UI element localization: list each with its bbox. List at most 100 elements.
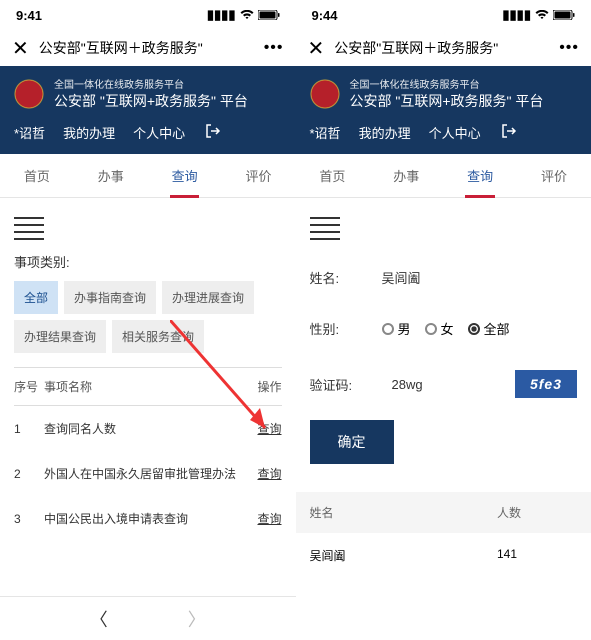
battery-icon [258,8,280,23]
rh-count: 人数 [497,504,577,521]
more-icon[interactable]: ••• [264,39,284,57]
header-nav: *诏哲 我的办理 个人中心 [308,111,580,154]
platform-subtitle: 全国一体化在线政务服务平台 [350,76,544,91]
query-link[interactable]: 查询 [242,420,282,437]
blue-header: 全国一体化在线政务服务平台 公安部 "互联网+政务服务" 平台 *诏哲 我的办理… [296,66,591,154]
cell-name: 查询同名人数 [44,420,242,437]
police-badge-icon [308,77,342,111]
title-bar: ✕ 公安部"互联网＋政务服务" ••• [296,30,591,66]
captcha-image[interactable]: 5fe3 [515,370,577,398]
status-time: 9:44 [312,8,338,23]
gender-label: 性别: [310,319,382,338]
name-input[interactable]: 吴闾阖 [382,268,578,287]
wifi-icon [535,8,549,23]
main-tabs: 首页 办事 查询 评价 [296,154,591,198]
menu-icon[interactable] [310,217,340,240]
form-row-name: 姓名: 吴闾阖 [310,252,578,303]
captcha-input[interactable]: 28wg [392,377,506,392]
wifi-icon [240,8,254,23]
tab-home[interactable]: 首页 [0,154,74,197]
content-area: 姓名: 吴闾阖 性别: 男 女 全部 验证码: 28wg 5fe3 确定 姓名 … [296,198,591,592]
tab-review[interactable]: 评价 [517,154,591,197]
rcell-count: 141 [497,547,577,564]
radio-all[interactable]: 全部 [468,319,510,338]
platform-logo-row: 全国一体化在线政务服务平台 公安部 "互联网+政务服务" 平台 [12,76,284,111]
name-label: 姓名: [310,268,382,287]
signal-icon: ▮▮▮▮ [207,7,236,23]
filter-progress[interactable]: 办理进展查询 [162,281,254,314]
nav-my-process[interactable]: 我的办理 [63,123,115,142]
th-op: 操作 [242,378,282,395]
th-name: 事项名称 [44,378,242,395]
platform-title: 公安部 "互联网+政务服务" 平台 [350,91,544,111]
police-badge-icon [12,77,46,111]
logout-icon[interactable] [501,123,517,142]
platform-title: 公安部 "互联网+政务服务" 平台 [54,91,248,111]
query-link[interactable]: 查询 [242,510,282,527]
header-nav: *诏哲 我的办理 个人中心 [12,111,284,154]
content-area: 事项类别: 全部 办事指南查询 办理进展查询 办理结果查询 相关服务查询 序号 … [0,198,296,555]
phone-left: 9:41 ▮▮▮▮ ✕ 公安部"互联网＋政务服务" ••• 全国一体化在线政务服… [0,0,296,640]
cell-name: 中国公民出入境申请表查询 [44,510,242,527]
menu-icon[interactable] [14,217,44,240]
status-icons: ▮▮▮▮ [207,7,280,23]
captcha-label: 验证码: [310,375,382,394]
nav-profile[interactable]: 个人中心 [429,123,481,142]
filter-all[interactable]: 全部 [14,281,58,314]
status-icons: ▮▮▮▮ [502,7,575,23]
category-label: 事项类别: [14,252,282,271]
query-link[interactable]: 查询 [242,465,282,482]
tab-service[interactable]: 办事 [74,154,148,197]
forward-icon[interactable]: 〉 [188,606,206,632]
cell-idx: 3 [14,512,44,526]
tab-home[interactable]: 首页 [296,154,370,197]
status-time: 9:41 [16,8,42,23]
status-bar: 9:41 ▮▮▮▮ [0,0,296,30]
bottom-nav: 〈 〉 [0,596,296,640]
close-icon[interactable]: ✕ [308,36,325,61]
filter-buttons: 全部 办事指南查询 办理进展查询 办理结果查询 相关服务查询 [14,281,282,353]
tab-review[interactable]: 评价 [222,154,296,197]
logout-icon[interactable] [205,123,221,142]
tab-query[interactable]: 查询 [148,154,222,197]
main-tabs: 首页 办事 查询 评价 [0,154,296,198]
filter-result[interactable]: 办理结果查询 [14,320,106,353]
signal-icon: ▮▮▮▮ [502,7,531,23]
back-icon[interactable]: 〈 [90,606,108,632]
form-row-gender: 性别: 男 女 全部 [310,303,578,354]
nav-my-process[interactable]: 我的办理 [359,123,411,142]
table-header: 序号 事项名称 操作 [14,367,282,406]
table-row: 2 外国人在中国永久居留审批管理办法 查询 [14,451,282,496]
phone-right: 9:44 ▮▮▮▮ ✕ 公安部"互联网＋政务服务" ••• 全国一体化在线政务服… [296,0,591,640]
filter-related[interactable]: 相关服务查询 [112,320,204,353]
page-title: 公安部"互联网＋政务服务" [334,38,549,58]
th-index: 序号 [14,378,44,395]
radio-male[interactable]: 男 [382,319,411,338]
submit-button[interactable]: 确定 [310,420,394,464]
gender-radio-group: 男 女 全部 [382,319,510,338]
platform-subtitle: 全国一体化在线政务服务平台 [54,76,248,91]
rh-name: 姓名 [310,504,498,521]
tab-query[interactable]: 查询 [443,154,517,197]
status-bar: 9:44 ▮▮▮▮ [296,0,591,30]
tab-service[interactable]: 办事 [369,154,443,197]
title-bar: ✕ 公安部"互联网＋政务服务" ••• [0,30,296,66]
table-row: 3 中国公民出入境申请表查询 查询 [14,496,282,541]
nav-user[interactable]: *诏哲 [14,123,45,142]
table-row: 1 查询同名人数 查询 [14,406,282,451]
platform-logo-row: 全国一体化在线政务服务平台 公安部 "互联网+政务服务" 平台 [308,76,580,111]
nav-profile[interactable]: 个人中心 [133,123,185,142]
close-icon[interactable]: ✕ [12,36,29,61]
battery-icon [553,8,575,23]
blue-header: 全国一体化在线政务服务平台 公安部 "互联网+政务服务" 平台 *诏哲 我的办理… [0,66,296,154]
cell-idx: 2 [14,467,44,481]
form-row-captcha: 验证码: 28wg 5fe3 [310,354,578,414]
radio-female[interactable]: 女 [425,319,454,338]
page-title: 公安部"互联网＋政务服务" [39,38,254,58]
result-header: 姓名 人数 [296,492,591,533]
nav-user[interactable]: *诏哲 [310,123,341,142]
rcell-name: 吴闾阖 [310,547,498,564]
more-icon[interactable]: ••• [559,39,579,57]
cell-name: 外国人在中国永久居留审批管理办法 [44,465,242,482]
filter-guide[interactable]: 办事指南查询 [64,281,156,314]
